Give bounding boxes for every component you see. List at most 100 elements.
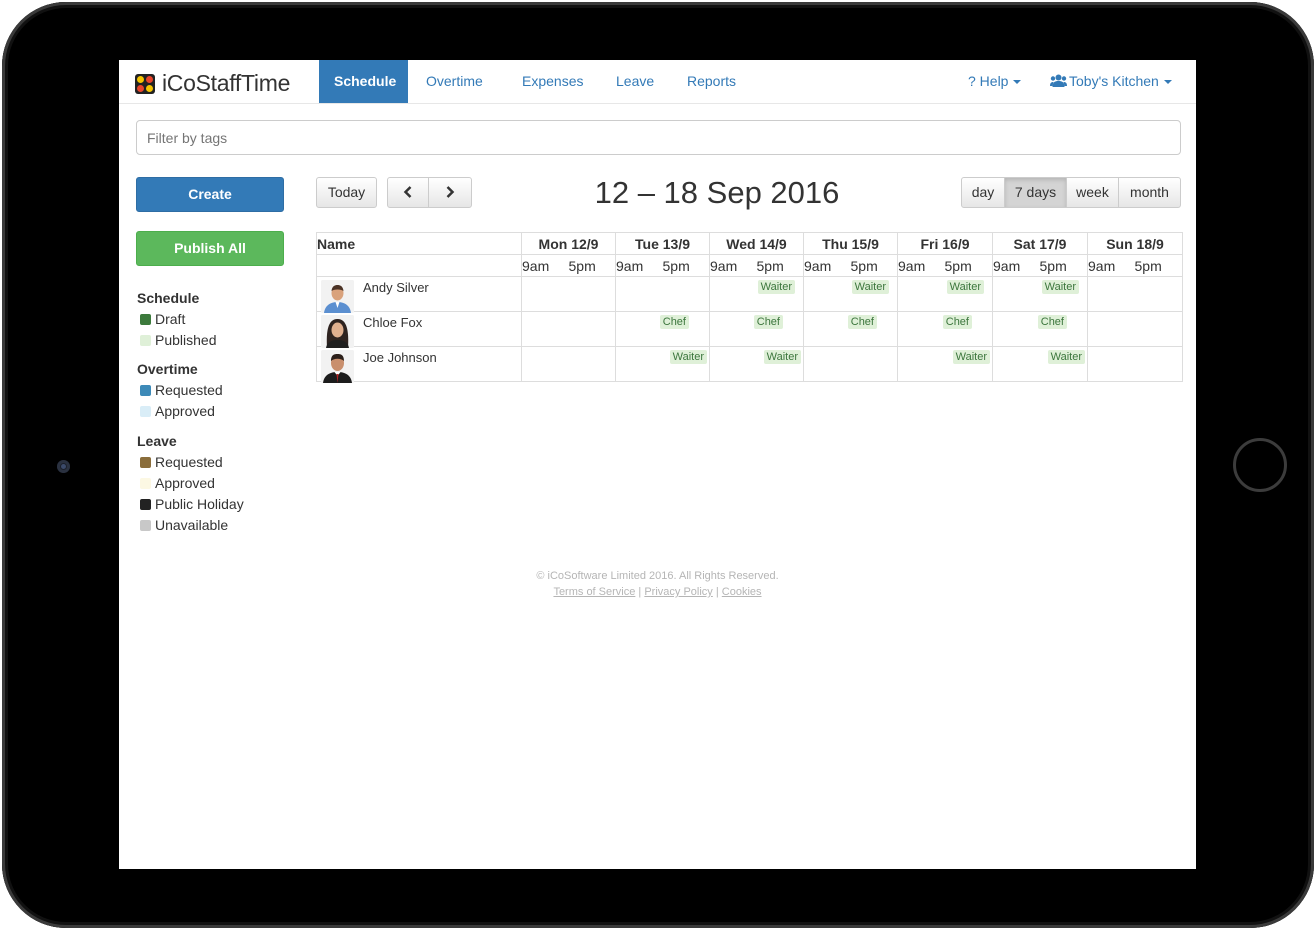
terms-link[interactable]: Terms of Service — [553, 586, 635, 598]
day-slot[interactable] — [1087, 311, 1183, 347]
employee-row: Andy Silver Waiter Waiter Waiter Waiter — [316, 276, 1183, 313]
approved-swatch — [140, 406, 151, 417]
home-button[interactable] — [1233, 438, 1287, 492]
day-header: Mon 12/9 — [521, 232, 616, 255]
nav-schedule[interactable]: Schedule — [319, 60, 408, 103]
brand-logo-icon — [135, 73, 155, 94]
footer: © iCoSoftware Limited 2016. All Rights R… — [119, 568, 1196, 600]
brand[interactable]: iCoStaffTime — [135, 70, 290, 97]
day-slot[interactable]: Waiter — [897, 276, 993, 312]
employee-row: Chloe Fox Chef Chef Chef Chef Chef — [316, 311, 1183, 348]
day-slot[interactable]: Chef — [709, 311, 804, 347]
legend-label: Requested — [155, 454, 223, 470]
day-header: Tue 13/9 — [615, 232, 710, 255]
day-slot[interactable]: Waiter — [992, 276, 1088, 312]
chevron-left-icon — [403, 186, 412, 198]
footer-links: Terms of Service | Privacy Policy | Cook… — [553, 586, 762, 598]
unavailable-swatch — [140, 520, 151, 531]
legend-label: Published — [155, 332, 217, 348]
time-label: 9am — [897, 254, 945, 277]
day-slot[interactable] — [615, 276, 710, 312]
avatar — [321, 280, 354, 313]
shift-badge[interactable]: Waiter — [952, 350, 990, 364]
create-button[interactable]: Create — [136, 177, 284, 212]
day-slot[interactable]: Waiter — [709, 346, 804, 382]
shift-badge[interactable]: Waiter — [946, 280, 984, 294]
cookies-link[interactable]: Cookies — [722, 586, 762, 598]
time-label: 5pm — [944, 254, 993, 277]
employee-cell[interactable]: Joe Johnson — [316, 346, 522, 383]
view-week-button[interactable]: week — [1066, 177, 1119, 208]
day-slot[interactable]: Chef — [615, 311, 710, 347]
shift-badge[interactable]: Waiter — [1041, 280, 1079, 294]
time-label: 9am — [1087, 254, 1135, 277]
time-header-spacer — [316, 254, 522, 277]
view-month-button[interactable]: month — [1118, 177, 1181, 208]
day-slot[interactable]: Waiter — [803, 276, 898, 312]
account-menu[interactable]: Toby's Kitchen — [1035, 60, 1187, 103]
day-slot[interactable] — [1087, 346, 1183, 382]
legend-leave: Leave Requested Approved Public Holiday … — [137, 431, 244, 536]
view-7days-button[interactable]: 7 days — [1004, 177, 1067, 208]
draft-swatch — [140, 314, 151, 325]
day-slot[interactable]: Chef — [803, 311, 898, 347]
time-label: 5pm — [756, 254, 804, 277]
shift-badge[interactable]: Waiter — [1047, 350, 1085, 364]
grid-header-row: Name Mon 12/9 Tue 13/9 Wed 14/9 Thu 15/9… — [316, 232, 1183, 255]
chevron-right-icon — [446, 186, 455, 198]
nav-overtime[interactable]: Overtime — [411, 60, 498, 103]
prev-button[interactable] — [387, 177, 429, 208]
day-slot[interactable]: Chef — [897, 311, 993, 347]
shift-badge[interactable]: Chef — [847, 315, 877, 329]
shift-badge[interactable]: Chef — [1037, 315, 1067, 329]
legend-schedule: Schedule Draft Published — [137, 288, 217, 351]
day-slot[interactable] — [1087, 276, 1183, 312]
tag-filter-input[interactable] — [136, 120, 1181, 155]
shift-badge[interactable]: Waiter — [669, 350, 707, 364]
legend-label: Approved — [155, 403, 215, 419]
publish-all-button[interactable]: Publish All — [136, 231, 284, 266]
nav-expenses[interactable]: Expenses — [507, 60, 598, 103]
legend-title: Schedule — [137, 290, 200, 306]
help-label: ? Help — [968, 73, 1009, 89]
navbar: iCoStaffTime Schedule Overtime Expenses … — [119, 60, 1196, 104]
users-icon — [1050, 74, 1067, 87]
time-label: 9am — [521, 254, 569, 277]
day-slot[interactable] — [521, 276, 616, 312]
day-slot[interactable]: Waiter — [897, 346, 993, 382]
help-menu[interactable]: ? Help — [953, 60, 1036, 103]
privacy-link[interactable]: Privacy Policy — [644, 586, 712, 598]
day-slot[interactable] — [521, 311, 616, 347]
employee-cell[interactable]: Chloe Fox — [316, 311, 522, 348]
view-day-button[interactable]: day — [961, 177, 1005, 208]
public-holiday-swatch — [140, 499, 151, 510]
shift-badge[interactable]: Waiter — [757, 280, 795, 294]
day-slot[interactable]: Waiter — [709, 276, 804, 312]
shift-badge[interactable]: Chef — [659, 315, 689, 329]
legend-item: Public Holiday — [137, 494, 244, 515]
day-slot[interactable] — [521, 346, 616, 382]
employee-name: Andy Silver — [363, 280, 429, 295]
day-slot[interactable]: Waiter — [992, 346, 1088, 382]
shift-badge[interactable]: Chef — [753, 315, 783, 329]
day-slot[interactable] — [803, 346, 898, 382]
shift-badge[interactable]: Chef — [942, 315, 972, 329]
avatar — [321, 315, 354, 348]
day-slot[interactable]: Chef — [992, 311, 1088, 347]
legend-item: Requested — [137, 452, 244, 473]
day-header: Sat 17/9 — [992, 232, 1088, 255]
shift-badge[interactable]: Waiter — [851, 280, 889, 294]
shift-badge[interactable]: Waiter — [763, 350, 801, 364]
approved-swatch — [140, 478, 151, 489]
employee-cell[interactable]: Andy Silver — [316, 276, 522, 313]
day-slot[interactable]: Waiter — [615, 346, 710, 382]
day-header: Wed 14/9 — [709, 232, 804, 255]
nav-leave[interactable]: Leave — [601, 60, 669, 103]
camera-icon — [57, 460, 70, 473]
legend-item: Published — [137, 330, 217, 351]
nav-reports[interactable]: Reports — [672, 60, 751, 103]
today-button[interactable]: Today — [316, 177, 377, 208]
copyright-text: © iCoSoftware Limited 2016. All Rights R… — [536, 570, 779, 582]
app-screen: iCoStaffTime Schedule Overtime Expenses … — [119, 60, 1196, 869]
next-button[interactable] — [428, 177, 472, 208]
